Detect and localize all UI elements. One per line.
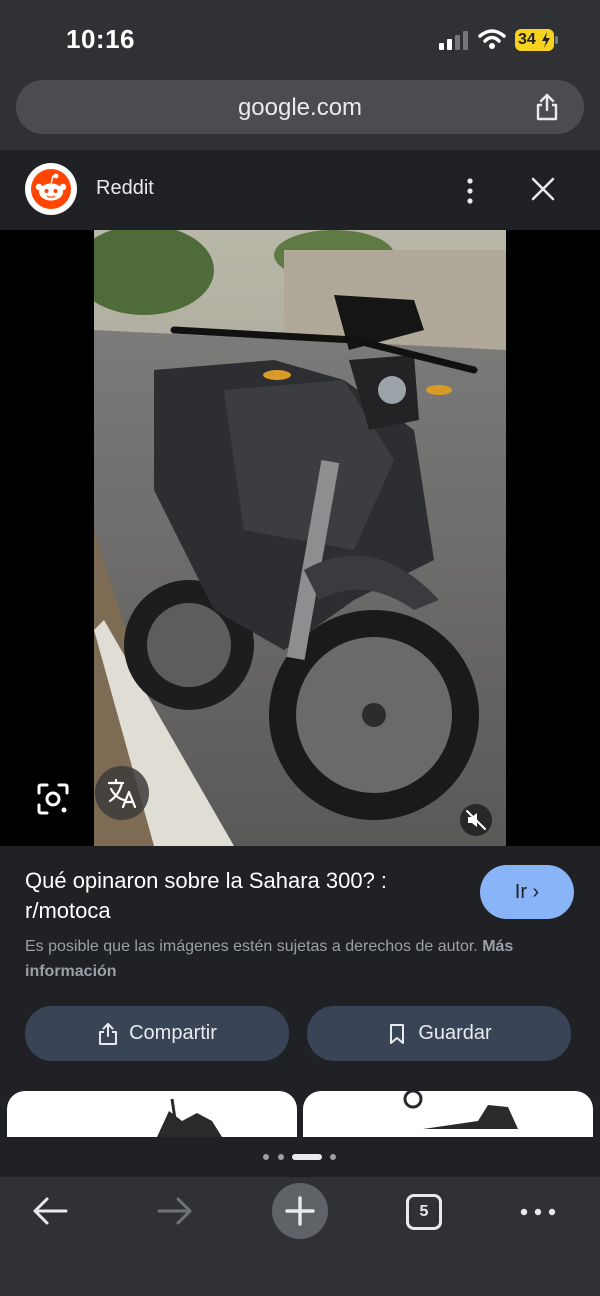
status-time: 10:16 [66, 24, 135, 54]
bottom-toolbar: 5 [0, 1177, 600, 1296]
share-label: Compartir [129, 1022, 217, 1044]
image-viewer [0, 230, 600, 846]
bookmark-icon [390, 1023, 405, 1044]
back-arrow-icon[interactable] [30, 1194, 70, 1228]
url-bar[interactable]: google.com [16, 80, 584, 134]
page-dot-active [292, 1154, 322, 1160]
battery-level: 34 [518, 31, 536, 48]
status-bar: 10:16 34 [0, 0, 600, 76]
result-title[interactable]: Qué opinaron sobre la Sahara 300? : r/mo… [25, 866, 465, 926]
notice-text: Es posible que las imágenes estén sujeta… [25, 938, 478, 955]
more-horiz-icon[interactable] [518, 1202, 558, 1222]
translate-icon[interactable] [95, 766, 149, 820]
share-button[interactable]: Compartir [25, 1006, 289, 1061]
forward-arrow-icon[interactable] [155, 1194, 195, 1228]
go-button[interactable]: Ir › [480, 865, 574, 919]
motorcycle-photo[interactable] [94, 230, 506, 846]
source-name[interactable]: Reddit [96, 177, 154, 200]
new-tab-plus-icon [285, 1196, 315, 1226]
copyright-notice: Es posible que las imágenes estén sujeta… [25, 934, 525, 984]
google-lens-icon[interactable] [33, 779, 73, 819]
cellular-signal-icon [439, 31, 468, 50]
related-image-thumbnail[interactable] [303, 1091, 593, 1137]
new-tab-button[interactable] [272, 1183, 328, 1239]
page-dot [263, 1154, 269, 1160]
battery-charging-icon: 34 [515, 29, 559, 51]
wifi-icon [478, 29, 506, 49]
carousel-pagination [0, 1137, 600, 1177]
source-header: Reddit [0, 150, 600, 230]
tab-switcher-icon[interactable]: 5 [406, 1194, 442, 1230]
page-dot [278, 1154, 284, 1160]
close-icon[interactable] [528, 174, 558, 204]
page-dot [330, 1154, 336, 1160]
more-vert-icon[interactable] [460, 176, 480, 206]
reddit-logo[interactable] [25, 163, 77, 215]
url-text[interactable]: google.com [16, 94, 584, 122]
save-button[interactable]: Guardar [307, 1006, 571, 1061]
related-image-thumbnail[interactable] [7, 1091, 297, 1137]
share-icon [99, 1022, 118, 1045]
mute-icon[interactable] [460, 804, 492, 836]
share-icon[interactable] [532, 92, 562, 122]
url-bar-area: google.com [0, 76, 600, 150]
save-label: Guardar [418, 1022, 492, 1044]
